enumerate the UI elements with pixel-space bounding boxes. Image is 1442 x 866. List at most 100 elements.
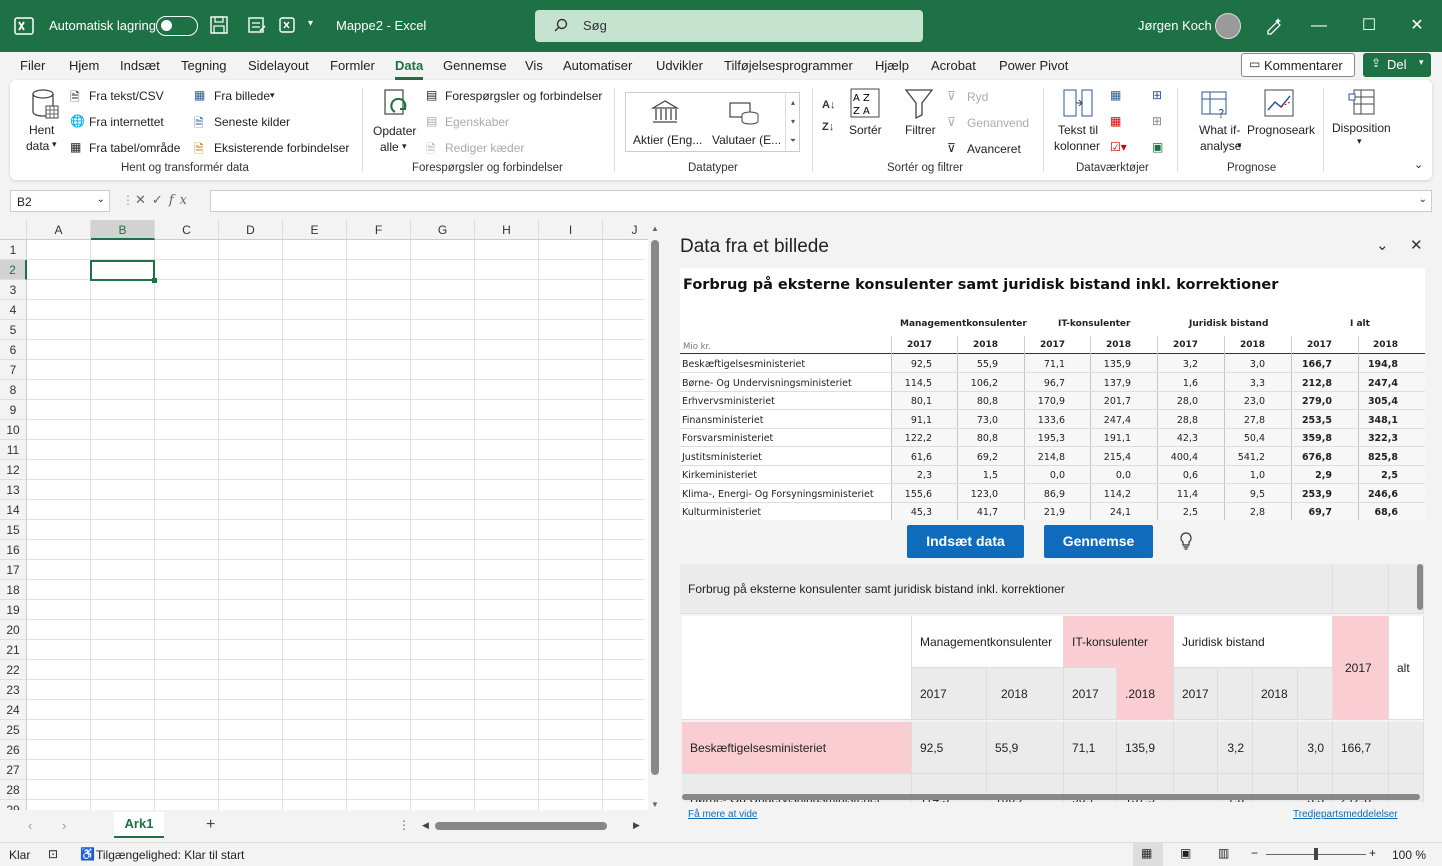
row-header-4[interactable]: 4 <box>0 300 27 320</box>
preview-cell[interactable]: 92,5 <box>912 722 987 774</box>
preview-cell[interactable] <box>1389 722 1424 774</box>
preview-vscroll-thumb[interactable] <box>1417 564 1423 610</box>
preview-cell[interactable]: 135,9 <box>1117 722 1174 774</box>
excel-file-icon[interactable] <box>276 14 298 36</box>
row-header-26[interactable]: 26 <box>0 740 27 760</box>
view-normal-icon[interactable]: ▦ <box>1133 843 1163 866</box>
data-validation-icon[interactable]: ☑▾ <box>1110 140 1127 154</box>
preview-cell[interactable] <box>1333 564 1389 614</box>
row-header-23[interactable]: 23 <box>0 680 27 700</box>
view-page-break-icon[interactable]: ▥ <box>1218 846 1229 860</box>
autosave-toggle[interactable] <box>156 16 198 36</box>
insert-data-button[interactable]: Indsæt data <box>907 525 1024 558</box>
preview-title-cell[interactable]: Forbrug på eksterne konsulenter samt jur… <box>680 564 1333 614</box>
row-header-20[interactable]: 20 <box>0 620 27 640</box>
row-header-7[interactable]: 7 <box>0 360 27 380</box>
row-header-29[interactable]: 29 <box>0 800 27 810</box>
from-picture-button[interactable]: Fra billede <box>214 89 270 103</box>
pane-close-icon[interactable]: ✕ <box>1410 236 1423 254</box>
sheet-tab-ark1[interactable]: Ark1 <box>114 812 164 838</box>
pane-collapse-icon[interactable]: ⌄ <box>1376 236 1389 254</box>
column-header-h[interactable]: H <box>475 220 539 240</box>
ribbon-collapse-icon[interactable]: ⌄ <box>1414 158 1423 171</box>
close-icon[interactable]: ✕ <box>1405 14 1429 38</box>
existing-connections-button[interactable]: Eksisterende forbindelser <box>214 141 349 155</box>
scroll-up-icon[interactable]: ▲ <box>651 224 659 233</box>
maximize-icon[interactable]: ☐ <box>1357 14 1381 38</box>
column-header-c[interactable]: C <box>155 220 219 240</box>
scroll-right-icon[interactable]: ▶ <box>633 820 640 831</box>
selected-cell-b2[interactable] <box>90 260 157 283</box>
zoom-level[interactable]: 100 % <box>1392 848 1426 862</box>
menu-sidelayout[interactable]: Sidelayout <box>248 58 309 73</box>
advanced-button[interactable]: Avanceret <box>967 142 1021 156</box>
third-party-notices-link[interactable]: Tredjepartsmeddelelser <box>1293 809 1398 820</box>
horizontal-scroll-thumb[interactable] <box>435 822 607 830</box>
preview-cell[interactable] <box>1298 668 1333 720</box>
qat-dropdown-icon[interactable]: ▾ <box>308 18 330 40</box>
menu-tegning[interactable]: Tegning <box>181 58 227 73</box>
enter-icon[interactable]: ✓ <box>152 192 169 207</box>
zoom-out-icon[interactable]: − <box>1251 846 1258 860</box>
properties-button[interactable]: Egenskaber <box>445 115 509 129</box>
currencies-button[interactable]: Valutaer (E... <box>712 133 781 147</box>
next-sheet-icon[interactable]: › <box>62 818 66 833</box>
row-header-10[interactable]: 10 <box>0 420 27 440</box>
row-header-9[interactable]: 9 <box>0 400 27 420</box>
scroll-left-icon[interactable]: ◀ <box>422 820 429 831</box>
preview-cell[interactable] <box>682 616 912 720</box>
preview-year-cell[interactable]: 2018 <box>987 668 1064 720</box>
menu-filer[interactable]: Filer <box>20 58 45 73</box>
learn-more-link[interactable]: Få mere at vide <box>688 809 757 820</box>
menu-gennemse[interactable]: Gennemse <box>443 58 507 73</box>
tab-split-icon[interactable]: ⋮ <box>398 818 410 832</box>
preview-year-cell[interactable]: 2017 <box>1064 668 1117 720</box>
review-button[interactable]: Gennemse <box>1044 525 1153 558</box>
menu-hjem[interactable]: Hjem <box>69 58 99 73</box>
cancel-icon[interactable]: ✕ <box>135 192 152 207</box>
relationships-icon[interactable]: ⊞ <box>1152 114 1162 128</box>
menu-udvikler[interactable]: Udvikler <box>656 58 703 73</box>
column-header-g[interactable]: G <box>411 220 475 240</box>
row-header-17[interactable]: 17 <box>0 560 27 580</box>
preview-hscroll-thumb[interactable] <box>682 794 1420 800</box>
row-header-19[interactable]: 19 <box>0 600 27 620</box>
zoom-slider-thumb[interactable] <box>1314 848 1318 860</box>
preview-cell[interactable]: 166,7 <box>1333 722 1389 774</box>
scroll-down-icon[interactable]: ▼ <box>651 800 659 809</box>
row-header-1[interactable]: 1 <box>0 240 27 260</box>
remove-duplicates-icon[interactable]: ▦ <box>1110 114 1121 128</box>
row-header-6[interactable]: 6 <box>0 340 27 360</box>
minimize-icon[interactable]: — <box>1307 14 1331 38</box>
save-icon[interactable] <box>208 14 230 36</box>
lightbulb-icon[interactable] <box>1178 531 1194 551</box>
worksheet-grid[interactable]: A B C D E F G H I J 1 2 3 4 5 6 7 8 9 10 11 12 13 14 15 16 17 18 19 2… <box>0 220 662 810</box>
avatar[interactable] <box>1215 13 1241 39</box>
row-header-21[interactable]: 21 <box>0 640 27 660</box>
preview-row1-name[interactable]: Beskæftigelsesministeriet <box>682 722 912 774</box>
row-header-25[interactable]: 25 <box>0 720 27 740</box>
preview-cell[interactable]: 71,1 <box>1064 722 1117 774</box>
reapply-button[interactable]: Genanvend <box>967 116 1029 130</box>
column-header-e[interactable]: E <box>283 220 347 240</box>
preview-year-cell[interactable]: 2017 <box>912 668 987 720</box>
row-header-12[interactable]: 12 <box>0 460 27 480</box>
sort-az-icon[interactable]: A↓ Z↓ <box>822 94 835 138</box>
menu-tilfoejelser[interactable]: Tilføjelsesprogrammer <box>724 58 853 73</box>
view-page-layout-icon[interactable]: ▣ <box>1180 846 1191 860</box>
row-header-16[interactable]: 16 <box>0 540 27 560</box>
menu-data[interactable]: Data <box>395 58 424 80</box>
queries-connections-button[interactable]: Forespørgsler og forbindelser <box>445 89 602 103</box>
add-sheet-icon[interactable]: + <box>206 816 215 834</box>
column-header-i[interactable]: I <box>539 220 603 240</box>
preview-year-cell[interactable]: 2017 <box>1174 668 1218 720</box>
row-header-13[interactable]: 13 <box>0 480 27 500</box>
row-header-22[interactable]: 22 <box>0 660 27 680</box>
preview-year-cell[interactable]: 2018 <box>1253 668 1298 720</box>
menu-automatiser[interactable]: Automatiser <box>563 58 632 73</box>
fx-icon[interactable]: fx <box>169 193 193 208</box>
column-header-f[interactable]: F <box>347 220 411 240</box>
row-header-3[interactable]: 3 <box>0 280 27 300</box>
preview-cell[interactable] <box>1218 668 1253 720</box>
share-button[interactable]: ⇪ Del ▾ <box>1363 53 1431 77</box>
